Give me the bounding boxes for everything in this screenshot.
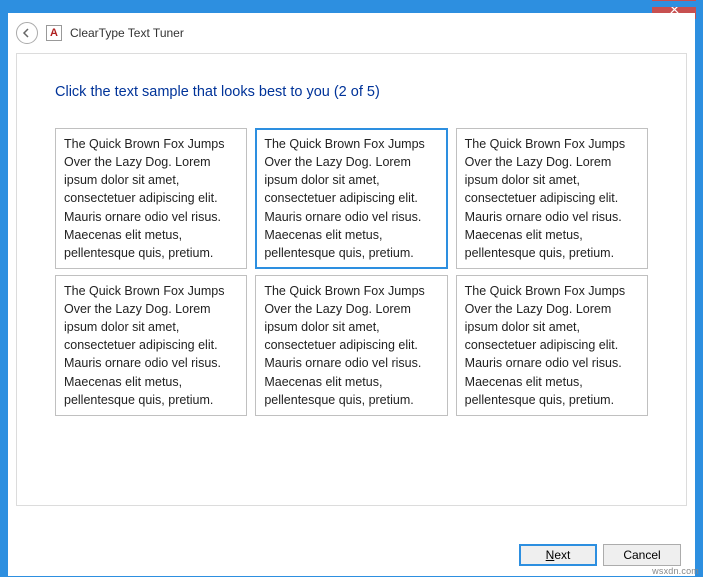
samples-grid: The Quick Brown Fox Jumps Over the Lazy … (55, 128, 648, 416)
cancel-button[interactable]: Cancel (603, 544, 681, 566)
app-icon: A (46, 25, 62, 41)
window-title: ClearType Text Tuner (70, 26, 184, 40)
text-sample-3[interactable]: The Quick Brown Fox Jumps Over the Lazy … (456, 128, 648, 269)
content-panel: Click the text sample that looks best to… (16, 53, 687, 506)
arrow-left-icon (21, 27, 33, 39)
watermark: wsxdn.com (652, 566, 699, 576)
text-sample-1[interactable]: The Quick Brown Fox Jumps Over the Lazy … (55, 128, 247, 269)
wizard-header: A ClearType Text Tuner (8, 13, 695, 53)
text-sample-6[interactable]: The Quick Brown Fox Jumps Over the Lazy … (456, 275, 648, 416)
text-sample-4[interactable]: The Quick Brown Fox Jumps Over the Lazy … (55, 275, 247, 416)
next-button[interactable]: Next (519, 544, 597, 566)
window-frame: A ClearType Text Tuner Click the text sa… (0, 0, 703, 577)
text-sample-5[interactable]: The Quick Brown Fox Jumps Over the Lazy … (255, 275, 447, 416)
instruction-text: Click the text sample that looks best to… (55, 84, 648, 100)
back-button[interactable] (16, 22, 38, 44)
text-sample-2[interactable]: The Quick Brown Fox Jumps Over the Lazy … (255, 128, 447, 269)
button-row: Next Cancel (519, 544, 681, 566)
